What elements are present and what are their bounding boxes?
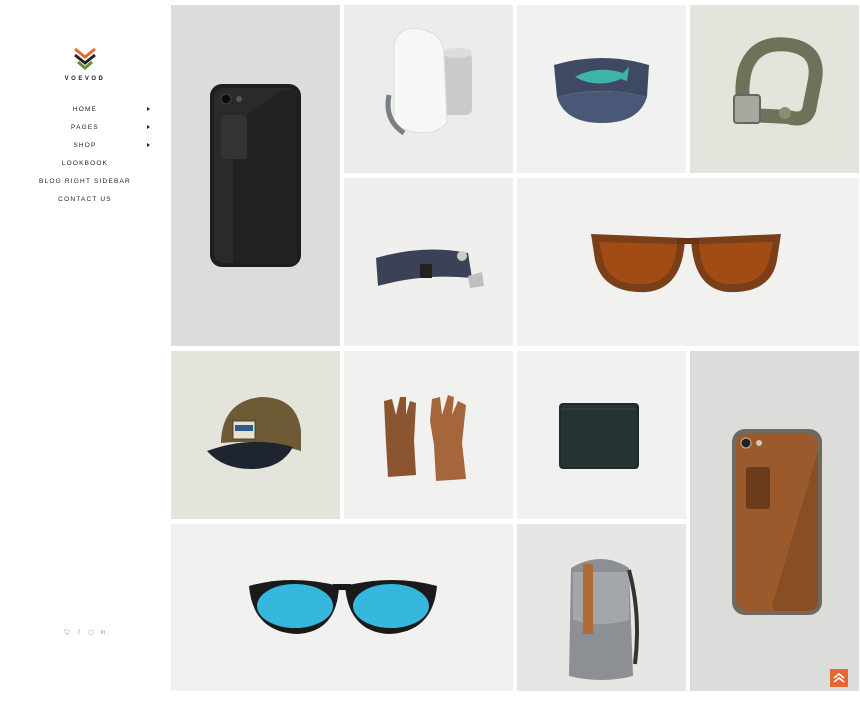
double-chevron-up-icon	[833, 672, 845, 683]
nav-item-lookbook[interactable]: LOOKBOOK	[0, 158, 170, 176]
nav-item-contact-us[interactable]: CONTACT US	[0, 194, 170, 212]
product-tile-tortoise-sunglasses[interactable]	[517, 178, 859, 346]
nav-item-label: CONTACT US	[58, 196, 112, 203]
black-wallet-image	[559, 403, 639, 469]
olive-belt-image	[733, 37, 823, 126]
facebook-icon[interactable]: f	[76, 629, 82, 637]
nav-item-label: SHOP	[73, 142, 97, 149]
brand-name[interactable]: VOEVOD	[0, 76, 170, 82]
leather-gloves-image	[384, 395, 466, 481]
product-tile-black-wallet[interactable]	[517, 351, 686, 519]
nav-item-shop[interactable]: SHOP	[0, 140, 170, 158]
main-nav: HOME PAGES SHOP LOOKBOOK BLOG RIGHT SIDE…	[0, 104, 170, 212]
instagram-icon[interactable]: ▢	[88, 629, 94, 637]
product-tile-brown-patch-cap[interactable]	[171, 351, 340, 519]
nav-item-label: LOOKBOOK	[61, 160, 109, 167]
product-tile-white-bottle-bag[interactable]	[344, 5, 513, 173]
sidebar: VOEVOD HOME PAGES SHOP LOOKBOOK BLOG RIG…	[0, 0, 170, 709]
nav-item-label: BLOG RIGHT SIDEBAR	[39, 178, 131, 185]
blue-lens-sunglasses-image	[249, 580, 437, 634]
product-tile-blue-lens-sunglasses[interactable]	[171, 524, 513, 691]
tortoise-sunglasses-image	[591, 234, 781, 293]
product-tile-olive-belt[interactable]	[690, 5, 859, 173]
product-tile-leather-gloves[interactable]	[344, 351, 513, 519]
caret-right-icon	[147, 125, 150, 129]
nav-item-label: PAGES	[71, 124, 99, 131]
nav-item-pages[interactable]: PAGES	[0, 122, 170, 140]
product-tile-grey-backpack[interactable]	[517, 524, 686, 691]
product-tile-navy-fish-visor[interactable]	[517, 5, 686, 173]
linkedin-icon[interactable]: in	[100, 629, 106, 637]
product-tile-leather-phone-case[interactable]	[690, 351, 859, 691]
back-to-top-button[interactable]	[830, 669, 848, 687]
brown-patch-cap-image	[207, 397, 301, 469]
nav-item-blog-right-sidebar[interactable]: BLOG RIGHT SIDEBAR	[0, 176, 170, 194]
navy-woven-belt-image	[376, 249, 484, 288]
white-bottle-bag-image	[385, 27, 472, 136]
product-tile-black-phone-case[interactable]	[171, 5, 340, 346]
product-tile-navy-woven-belt[interactable]	[344, 178, 513, 346]
social-links: 🐦︎ f ▢ in	[64, 629, 106, 637]
nav-item-label: HOME	[72, 106, 98, 113]
leather-phone-case-image	[732, 429, 822, 615]
black-phone-case-image	[210, 84, 301, 267]
nav-item-home[interactable]: HOME	[0, 104, 170, 122]
twitter-icon[interactable]: 🐦︎	[64, 629, 72, 637]
caret-right-icon	[147, 143, 150, 147]
caret-right-icon	[147, 107, 150, 111]
navy-fish-visor-image	[554, 58, 649, 123]
grey-backpack-image	[569, 559, 639, 680]
chevron-stack-logo-icon[interactable]	[72, 46, 98, 72]
